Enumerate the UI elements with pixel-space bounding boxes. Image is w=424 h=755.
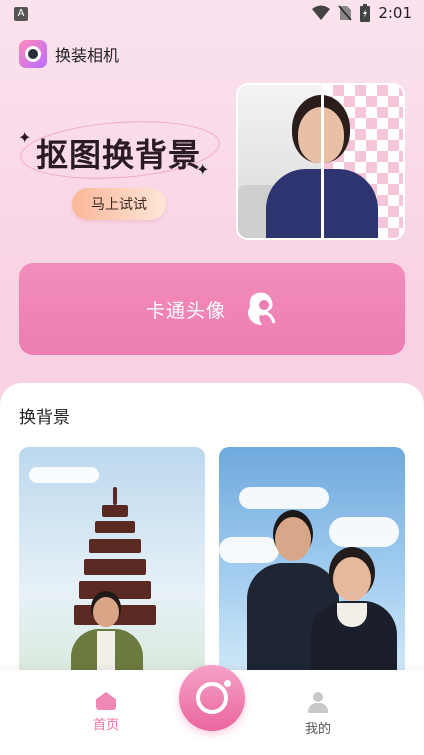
tab-mine[interactable]: 我的 xyxy=(288,692,348,737)
battery-icon xyxy=(360,4,371,22)
status-badge: A xyxy=(14,7,28,21)
template-card-sky[interactable] xyxy=(219,447,405,687)
cloud-shape xyxy=(29,467,99,483)
cartoon-avatar-button[interactable]: 卡通头像 xyxy=(19,263,405,355)
cloud-shape xyxy=(239,487,329,509)
no-sim-icon xyxy=(338,5,352,21)
tab-home[interactable]: 首页 xyxy=(76,692,136,733)
sparkle-icon: ✦ xyxy=(18,128,32,147)
status-icons: 2:01 xyxy=(312,4,412,22)
camera-button[interactable] xyxy=(179,665,245,731)
tab-mine-label: 我的 xyxy=(304,722,331,737)
section-title: 换背景 xyxy=(19,408,70,428)
template-card-pagoda[interactable] xyxy=(19,447,205,687)
status-time: 2:01 xyxy=(378,4,412,22)
camera-icon xyxy=(196,680,231,714)
try-now-button[interactable]: 马上试试 xyxy=(72,188,166,220)
user-icon xyxy=(307,692,329,714)
app-title: 换装相机 xyxy=(55,46,120,65)
app-header: 换装相机 xyxy=(19,40,119,68)
compare-divider xyxy=(321,85,324,238)
home-icon xyxy=(96,692,116,710)
cartoon-avatar-label: 卡通头像 xyxy=(145,299,226,322)
wifi-icon xyxy=(312,5,331,20)
status-bar: A 2:01 xyxy=(0,0,424,30)
hero-title: 抠图换背景 xyxy=(36,136,202,174)
couple-figure xyxy=(241,517,405,687)
tab-home-label: 首页 xyxy=(92,718,119,733)
girl-avatar-icon xyxy=(248,292,276,325)
hero-sample-image xyxy=(236,83,405,240)
app-logo-icon xyxy=(19,40,47,68)
